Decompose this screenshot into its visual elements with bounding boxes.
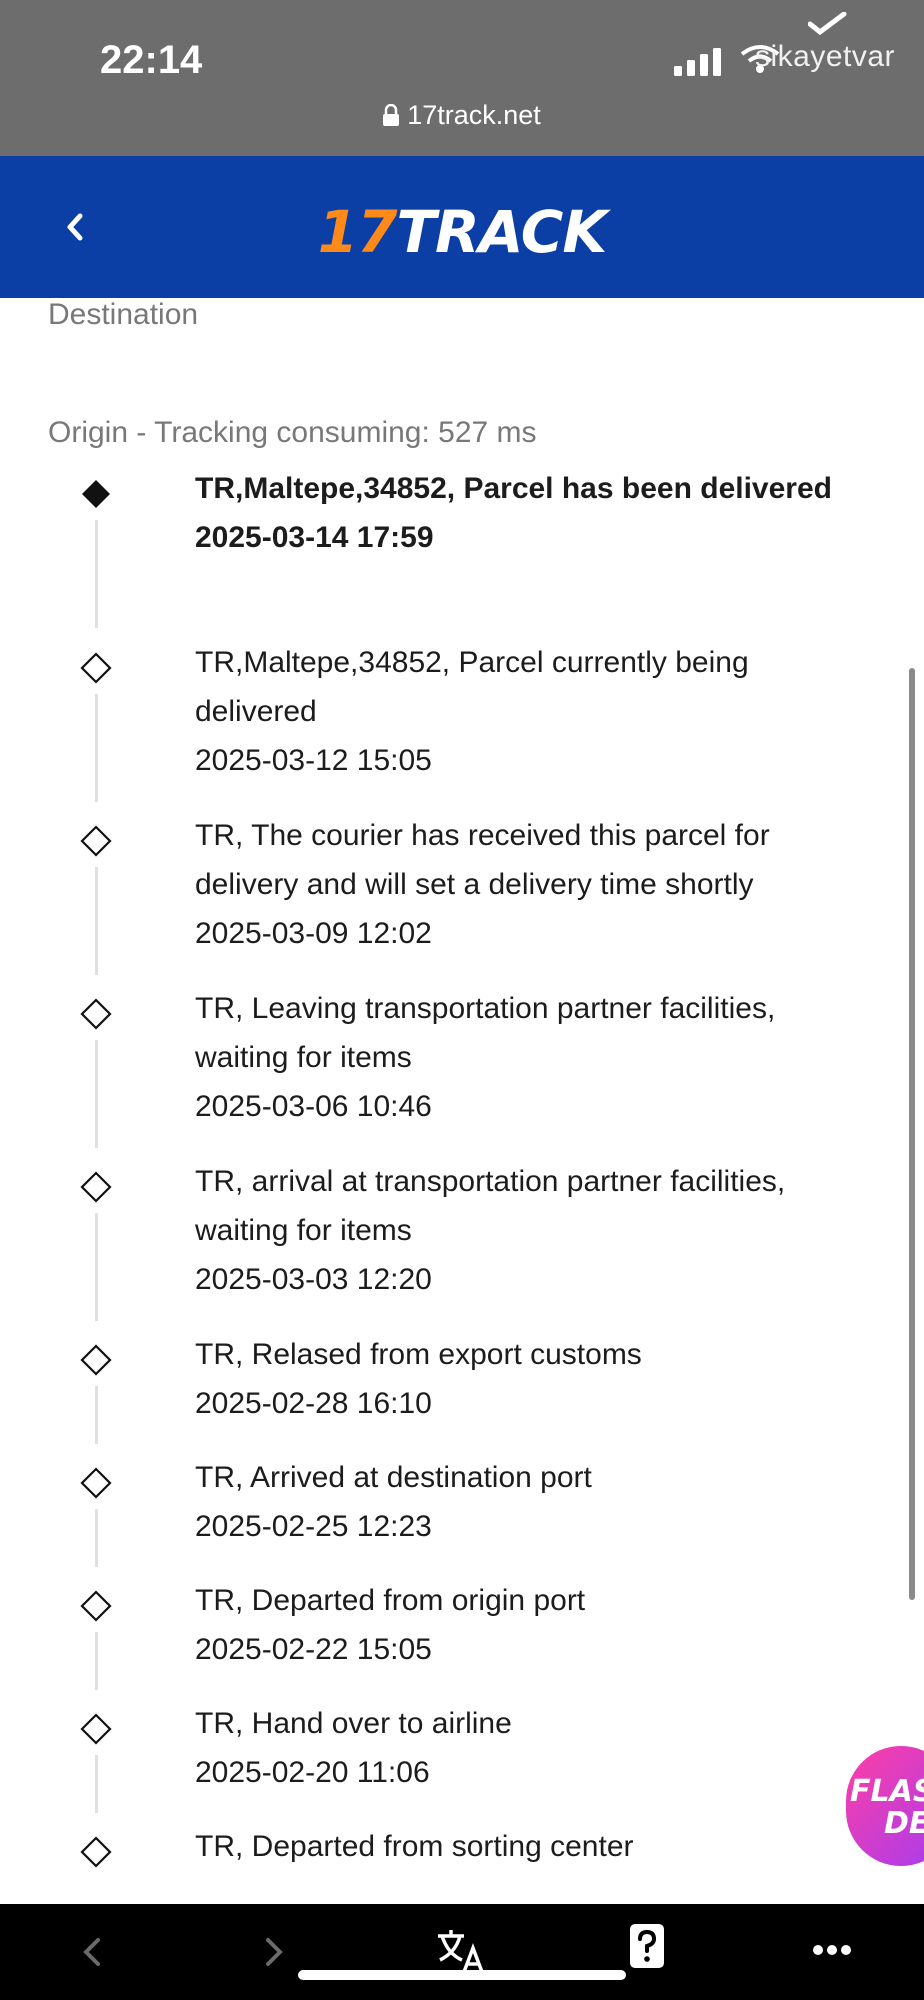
17track-logo[interactable]: 17TRACK: [0, 198, 924, 266]
timeline-connector: [95, 1213, 98, 1321]
timeline-connector: [95, 694, 98, 802]
timeline-connector: [95, 1755, 98, 1813]
timeline-connector: [95, 1040, 98, 1148]
diamond-icon: [80, 1171, 112, 1203]
timeline-connector: [95, 867, 98, 975]
event-text: TR, Departed from origin port 2025-02-22 …: [195, 1576, 865, 1674]
event-timestamp: 2025-03-12 15:05: [195, 744, 432, 777]
event-description: TR, Leaving transportation partner facil…: [195, 992, 776, 1074]
chevron-right-icon[interactable]: [262, 1932, 288, 1972]
status-bar: 22:14 sikayetvar 17track.net: [0, 0, 924, 156]
event-description: TR, Hand over to airline: [195, 1707, 512, 1740]
help-icon[interactable]: [628, 1922, 666, 1970]
promo-line1: FLAS: [850, 1774, 924, 1809]
event-text: TR, Hand over to airline 2025-02-20 11:06: [195, 1699, 865, 1797]
tracking-content: Destination Origin - Tracking consuming:…: [0, 298, 924, 1904]
event-description: TR,Maltepe,34852, Parcel currently being…: [195, 646, 749, 728]
event-timestamp: 2025-03-09 12:02: [195, 917, 432, 950]
event-timestamp: 2025-03-03 12:20: [195, 1263, 432, 1296]
diamond-icon: [80, 825, 112, 857]
timeline-connector: [95, 1386, 98, 1444]
timeline-connector: [95, 1509, 98, 1567]
url-text: 17track.net: [407, 100, 541, 130]
carrier-name: sikayetvar: [755, 40, 896, 73]
lock-icon: [383, 104, 400, 126]
diamond-icon: [80, 998, 112, 1030]
event-text: TR, The courier has received this parcel…: [195, 811, 865, 958]
event-description: TR, Departed from origin port: [195, 1584, 586, 1617]
event-text: TR,Maltepe,34852, Parcel currently being…: [195, 638, 865, 785]
diamond-icon: [80, 652, 112, 684]
browser-toolbar: [0, 1904, 924, 2000]
promo-line2: DE: [884, 1806, 924, 1841]
timeline-connector: [95, 520, 98, 628]
filled-diamond-icon: [82, 480, 110, 508]
carrier-logo-icon: [808, 12, 847, 36]
logo-number: 17: [317, 198, 398, 266]
event-text: TR, Relased from export customs 2025-02-2…: [195, 1330, 865, 1428]
timeline-connector: [95, 1632, 98, 1690]
event-timestamp: 2025-02-22 15:05: [195, 1633, 432, 1666]
chevron-left-icon[interactable]: [78, 1932, 104, 1972]
event-timestamp: 2025-02-20 11:06: [195, 1756, 430, 1789]
event-description: TR, Arrived at destination port: [195, 1461, 592, 1494]
scrollbar[interactable]: [909, 668, 915, 1600]
event-text: TR, Arrived at destination port 2025-02-2…: [195, 1453, 865, 1551]
translate-icon[interactable]: [436, 1926, 486, 1976]
logo-word: TRACK: [396, 198, 607, 266]
diamond-icon: [80, 1344, 112, 1376]
event-text: TR,Maltepe,34852, Parcel has been delive…: [195, 464, 865, 562]
event-timestamp: 2025-03-14 17:59: [195, 521, 434, 554]
status-time: 22:14: [100, 38, 203, 82]
cellular-signal-icon: [674, 48, 721, 76]
address-bar[interactable]: 17track.net: [0, 100, 924, 131]
destination-label: Destination: [48, 298, 199, 331]
diamond-icon: [80, 1713, 112, 1745]
event-timestamp: 2025-02-25 12:23: [195, 1510, 432, 1543]
app-header: 17TRACK: [0, 156, 924, 298]
event-text: TR, Leaving transportation partner facil…: [195, 984, 865, 1131]
event-description: TR, Departed from sorting center: [195, 1830, 634, 1863]
event-text: TR, Departed from sorting center: [195, 1822, 865, 1871]
event-timestamp: 2025-03-06 10:46: [195, 1090, 432, 1123]
diamond-icon: [80, 1836, 112, 1868]
event-text: TR, arrival at transportation partner fa…: [195, 1157, 865, 1304]
event-description: TR,Maltepe,34852, Parcel has been delive…: [195, 472, 832, 505]
more-icon[interactable]: [812, 1944, 852, 1956]
diamond-icon: [80, 1467, 112, 1499]
event-description: TR, arrival at transportation partner fa…: [195, 1165, 786, 1247]
home-indicator: [298, 1970, 626, 1980]
diamond-icon: [80, 1590, 112, 1622]
origin-label: Origin - Tracking consuming: 527 ms: [48, 416, 537, 449]
event-description: TR, The courier has received this parcel…: [195, 819, 770, 901]
event-description: TR, Relased from export customs: [195, 1338, 642, 1371]
event-timestamp: 2025-02-28 16:10: [195, 1387, 432, 1420]
